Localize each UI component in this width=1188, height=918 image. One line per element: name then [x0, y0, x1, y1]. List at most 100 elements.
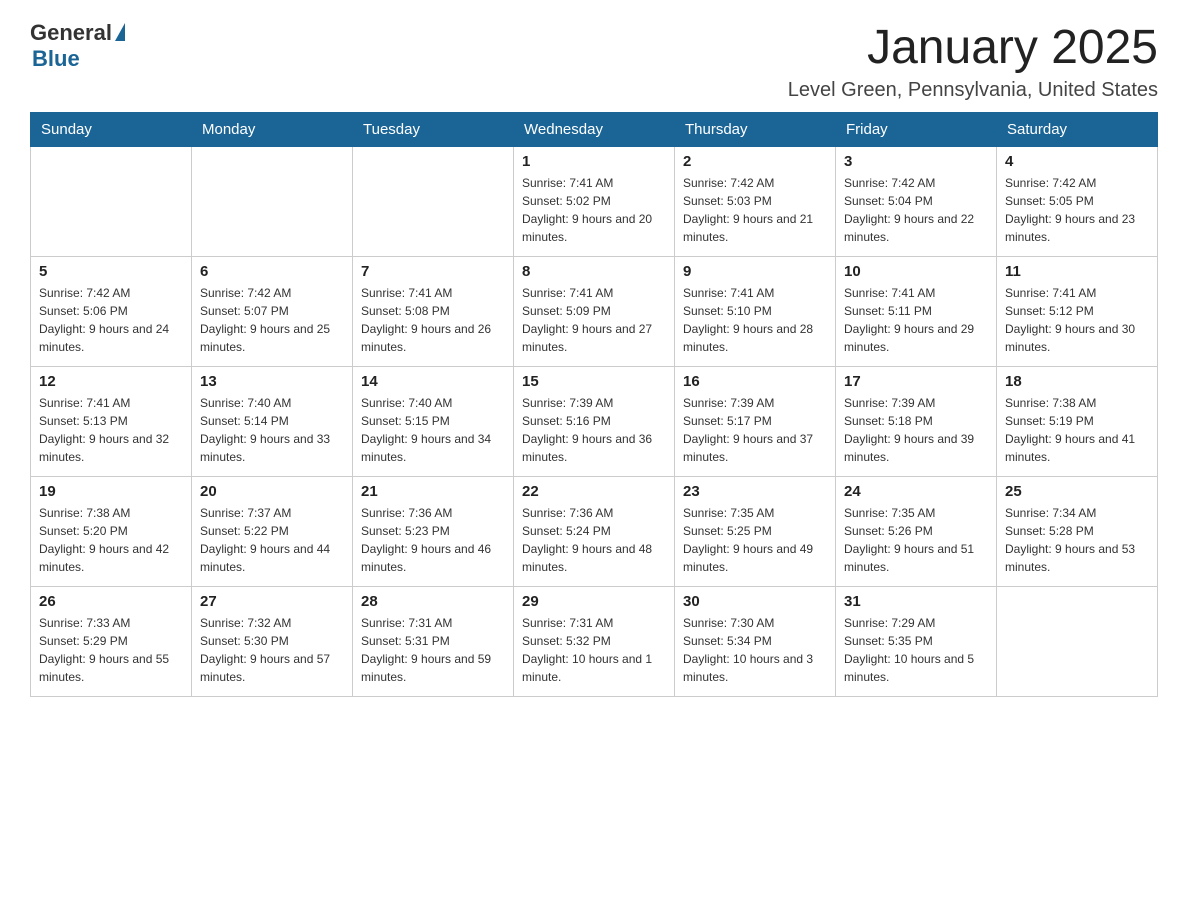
day-info: Sunrise: 7:33 AMSunset: 5:29 PMDaylight:… — [39, 614, 183, 686]
weekday-header-sunday: Sunday — [31, 113, 192, 147]
day-number: 26 — [39, 593, 183, 610]
day-info: Sunrise: 7:38 AMSunset: 5:19 PMDaylight:… — [1005, 394, 1149, 466]
day-info: Sunrise: 7:30 AMSunset: 5:34 PMDaylight:… — [683, 614, 827, 686]
day-number: 24 — [844, 483, 988, 500]
weekday-header-friday: Friday — [836, 113, 997, 147]
calendar-cell — [192, 147, 353, 257]
day-info: Sunrise: 7:40 AMSunset: 5:14 PMDaylight:… — [200, 394, 344, 466]
day-number: 4 — [1005, 153, 1149, 170]
day-number: 31 — [844, 593, 988, 610]
day-info: Sunrise: 7:39 AMSunset: 5:18 PMDaylight:… — [844, 394, 988, 466]
day-info: Sunrise: 7:40 AMSunset: 5:15 PMDaylight:… — [361, 394, 505, 466]
day-number: 21 — [361, 483, 505, 500]
day-number: 13 — [200, 373, 344, 390]
day-info: Sunrise: 7:36 AMSunset: 5:24 PMDaylight:… — [522, 504, 666, 576]
calendar-cell: 23Sunrise: 7:35 AMSunset: 5:25 PMDayligh… — [675, 477, 836, 587]
day-info: Sunrise: 7:41 AMSunset: 5:11 PMDaylight:… — [844, 284, 988, 356]
day-number: 28 — [361, 593, 505, 610]
day-info: Sunrise: 7:39 AMSunset: 5:16 PMDaylight:… — [522, 394, 666, 466]
logo-general-text: General — [30, 20, 112, 46]
location-subtitle: Level Green, Pennsylvania, United States — [788, 79, 1158, 102]
day-info: Sunrise: 7:41 AMSunset: 5:13 PMDaylight:… — [39, 394, 183, 466]
calendar-cell: 10Sunrise: 7:41 AMSunset: 5:11 PMDayligh… — [836, 257, 997, 367]
day-number: 20 — [200, 483, 344, 500]
weekday-header-wednesday: Wednesday — [514, 113, 675, 147]
day-number: 30 — [683, 593, 827, 610]
calendar-cell: 2 Sunrise: 7:42 AMSunset: 5:03 PMDaylight… — [675, 147, 836, 257]
day-number: 29 — [522, 593, 666, 610]
day-number: 14 — [361, 373, 505, 390]
day-info: Sunrise: 7:41 AMSunset: 5:09 PMDaylight:… — [522, 284, 666, 356]
month-title: January 2025 — [788, 20, 1158, 75]
calendar-cell — [997, 587, 1158, 697]
day-info: Sunrise: 7:39 AMSunset: 5:17 PMDaylight:… — [683, 394, 827, 466]
day-number: 25 — [1005, 483, 1149, 500]
day-info: Sunrise: 7:31 AMSunset: 5:32 PMDaylight:… — [522, 614, 666, 686]
day-number: 9 — [683, 263, 827, 280]
calendar-cell: 19 Sunrise: 7:38 AMSunset: 5:20 PMDayligh… — [31, 477, 192, 587]
day-number: 6 — [200, 263, 344, 280]
calendar-week-row: 5Sunrise: 7:42 AMSunset: 5:06 PMDaylight… — [31, 257, 1158, 367]
calendar-cell: 15 Sunrise: 7:39 AMSunset: 5:16 PMDayligh… — [514, 367, 675, 477]
day-info: Sunrise: 7:41 AMSunset: 5:08 PMDaylight:… — [361, 284, 505, 356]
day-number: 16 — [683, 373, 827, 390]
day-info: Sunrise: 7:36 AMSunset: 5:23 PMDaylight:… — [361, 504, 505, 576]
day-info: Sunrise: 7:41 AMSunset: 5:10 PMDaylight:… — [683, 284, 827, 356]
calendar-cell: 16 Sunrise: 7:39 AMSunset: 5:17 PMDayligh… — [675, 367, 836, 477]
calendar-cell: 8 Sunrise: 7:41 AMSunset: 5:09 PMDaylight… — [514, 257, 675, 367]
calendar-cell: 11 Sunrise: 7:41 AMSunset: 5:12 PMDayligh… — [997, 257, 1158, 367]
weekday-header-monday: Monday — [192, 113, 353, 147]
day-number: 18 — [1005, 373, 1149, 390]
calendar-week-row: 12 Sunrise: 7:41 AMSunset: 5:13 PMDayligh… — [31, 367, 1158, 477]
calendar-cell: 29 Sunrise: 7:31 AMSunset: 5:32 PMDayligh… — [514, 587, 675, 697]
calendar-header-row: SundayMondayTuesdayWednesdayThursdayFrid… — [31, 113, 1158, 147]
day-info: Sunrise: 7:42 AMSunset: 5:03 PMDaylight:… — [683, 174, 827, 246]
calendar-week-row: 19 Sunrise: 7:38 AMSunset: 5:20 PMDayligh… — [31, 477, 1158, 587]
day-number: 3 — [844, 153, 988, 170]
day-info: Sunrise: 7:34 AMSunset: 5:28 PMDaylight:… — [1005, 504, 1149, 576]
logo-triangle-icon — [115, 23, 125, 41]
day-info: Sunrise: 7:32 AMSunset: 5:30 PMDaylight:… — [200, 614, 344, 686]
day-number: 12 — [39, 373, 183, 390]
calendar-cell: 5Sunrise: 7:42 AMSunset: 5:06 PMDaylight… — [31, 257, 192, 367]
day-number: 7 — [361, 263, 505, 280]
calendar-cell — [353, 147, 514, 257]
calendar-cell: 14 Sunrise: 7:40 AMSunset: 5:15 PMDayligh… — [353, 367, 514, 477]
calendar-week-row: 1Sunrise: 7:41 AMSunset: 5:02 PMDaylight… — [31, 147, 1158, 257]
calendar-cell: 30 Sunrise: 7:30 AMSunset: 5:34 PMDayligh… — [675, 587, 836, 697]
page-header: General Blue January 2025 Level Green, P… — [30, 20, 1158, 102]
calendar-table: SundayMondayTuesdayWednesdayThursdayFrid… — [30, 112, 1158, 697]
day-number: 2 — [683, 153, 827, 170]
calendar-cell: 26 Sunrise: 7:33 AMSunset: 5:29 PMDayligh… — [31, 587, 192, 697]
calendar-cell: 25 Sunrise: 7:34 AMSunset: 5:28 PMDayligh… — [997, 477, 1158, 587]
calendar-cell: 1Sunrise: 7:41 AMSunset: 5:02 PMDaylight… — [514, 147, 675, 257]
day-number: 19 — [39, 483, 183, 500]
calendar-cell: 4 Sunrise: 7:42 AMSunset: 5:05 PMDaylight… — [997, 147, 1158, 257]
calendar-cell: 20Sunrise: 7:37 AMSunset: 5:22 PMDayligh… — [192, 477, 353, 587]
day-number: 11 — [1005, 263, 1149, 280]
calendar-cell: 22Sunrise: 7:36 AMSunset: 5:24 PMDayligh… — [514, 477, 675, 587]
day-info: Sunrise: 7:42 AMSunset: 5:07 PMDaylight:… — [200, 284, 344, 356]
day-info: Sunrise: 7:41 AMSunset: 5:12 PMDaylight:… — [1005, 284, 1149, 356]
day-info: Sunrise: 7:38 AMSunset: 5:20 PMDaylight:… — [39, 504, 183, 576]
calendar-cell: 13 Sunrise: 7:40 AMSunset: 5:14 PMDayligh… — [192, 367, 353, 477]
calendar-cell: 18 Sunrise: 7:38 AMSunset: 5:19 PMDayligh… — [997, 367, 1158, 477]
calendar-cell: 27Sunrise: 7:32 AMSunset: 5:30 PMDayligh… — [192, 587, 353, 697]
day-info: Sunrise: 7:42 AMSunset: 5:04 PMDaylight:… — [844, 174, 988, 246]
calendar-cell — [31, 147, 192, 257]
logo-blue-text: Blue — [32, 46, 80, 72]
calendar-cell: 12 Sunrise: 7:41 AMSunset: 5:13 PMDayligh… — [31, 367, 192, 477]
day-info: Sunrise: 7:29 AMSunset: 5:35 PMDaylight:… — [844, 614, 988, 686]
day-number: 15 — [522, 373, 666, 390]
calendar-cell: 7 Sunrise: 7:41 AMSunset: 5:08 PMDaylight… — [353, 257, 514, 367]
calendar-cell: 21 Sunrise: 7:36 AMSunset: 5:23 PMDayligh… — [353, 477, 514, 587]
calendar-cell: 31 Sunrise: 7:29 AMSunset: 5:35 PMDayligh… — [836, 587, 997, 697]
day-info: Sunrise: 7:42 AMSunset: 5:06 PMDaylight:… — [39, 284, 183, 356]
day-info: Sunrise: 7:42 AMSunset: 5:05 PMDaylight:… — [1005, 174, 1149, 246]
day-number: 8 — [522, 263, 666, 280]
logo: General Blue — [30, 20, 125, 72]
day-number: 1 — [522, 153, 666, 170]
day-info: Sunrise: 7:35 AMSunset: 5:26 PMDaylight:… — [844, 504, 988, 576]
weekday-header-tuesday: Tuesday — [353, 113, 514, 147]
weekday-header-saturday: Saturday — [997, 113, 1158, 147]
